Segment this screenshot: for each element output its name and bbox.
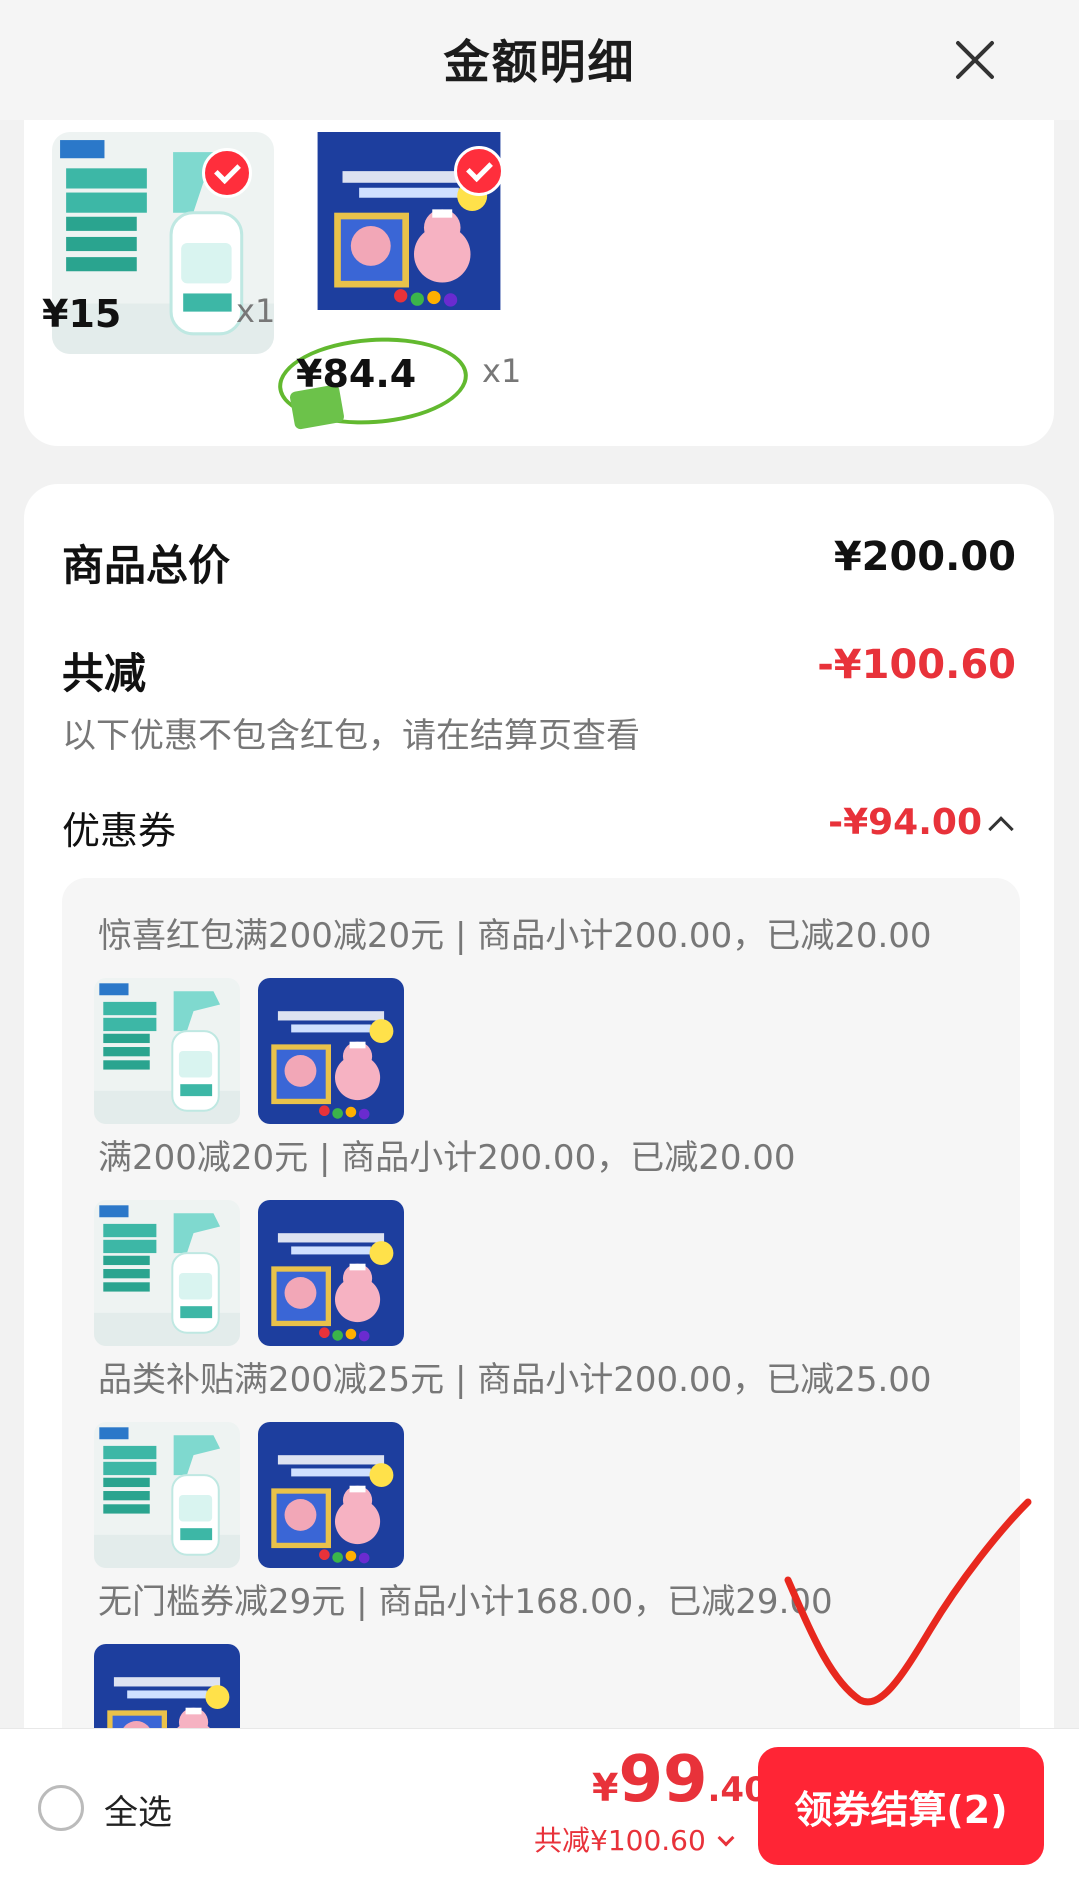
coupon-item: 满200减20元 | 商品小计200.00，已减20.00 [98,1138,796,1178]
saved-text: 共减¥100.60 [534,1824,706,1857]
select-all-label[interactable]: 全选 [104,1785,172,1834]
product-image-pig [258,1200,404,1346]
saved-amount[interactable]: 共减¥100.60 [534,1819,735,1859]
total-value: ¥200.00 [833,534,1016,580]
chevron-up-icon[interactable] [988,816,1014,842]
discount-label: 共减 [62,649,147,698]
check-icon [454,146,504,196]
currency-symbol: ¥ [592,1766,619,1810]
product-image-bottle [94,1200,240,1346]
product-image-pig [258,1422,404,1568]
total-integer: 99 [618,1743,708,1817]
product-image-pig[interactable] [296,132,522,310]
product-qty: x1 [482,352,522,390]
coupon-item: 品类补贴满200减25元 | 商品小计200.00，已减25.00 [98,1360,932,1400]
checkout-bar: 全选 ¥99.40 共减¥100.60 领券结算(2) [0,1728,1079,1882]
coupon-item: 无门槛券减29元 | 商品小计168.00，已减29.00 [98,1582,833,1622]
hand-drawn-check-mark [784,1498,1032,1706]
select-all-radio[interactable] [38,1785,84,1831]
page-title: 金额明细 [443,35,636,89]
check-icon [202,148,252,198]
chevron-down-icon [717,1829,735,1847]
product-qty: x1 [236,292,276,330]
discount-value: -¥100.60 [817,642,1016,688]
product-image-pig [258,978,404,1124]
product-image-bottle [94,1422,240,1568]
checkout-button[interactable]: 领券结算(2) [758,1747,1044,1865]
coupon-value[interactable]: -¥94.00 [828,802,982,843]
sheet-header: 金额明细 [0,0,1079,120]
total-label: 商品总价 [62,541,231,590]
total-price: ¥99.40 [592,1743,768,1817]
product-image-bottle [94,978,240,1124]
product-price: ¥84.4 [296,352,417,396]
coupon-label: 优惠券 [62,809,177,853]
selected-products: ¥15 x1 ¥84.4 x1 [24,120,1054,446]
close-icon[interactable] [945,30,1005,90]
discount-note: 以下优惠不包含红包，请在结算页查看 [62,716,640,756]
coupon-item: 惊喜红包满200减20元 | 商品小计200.00，已减20.00 [98,916,932,956]
product-price: ¥15 [42,292,122,336]
